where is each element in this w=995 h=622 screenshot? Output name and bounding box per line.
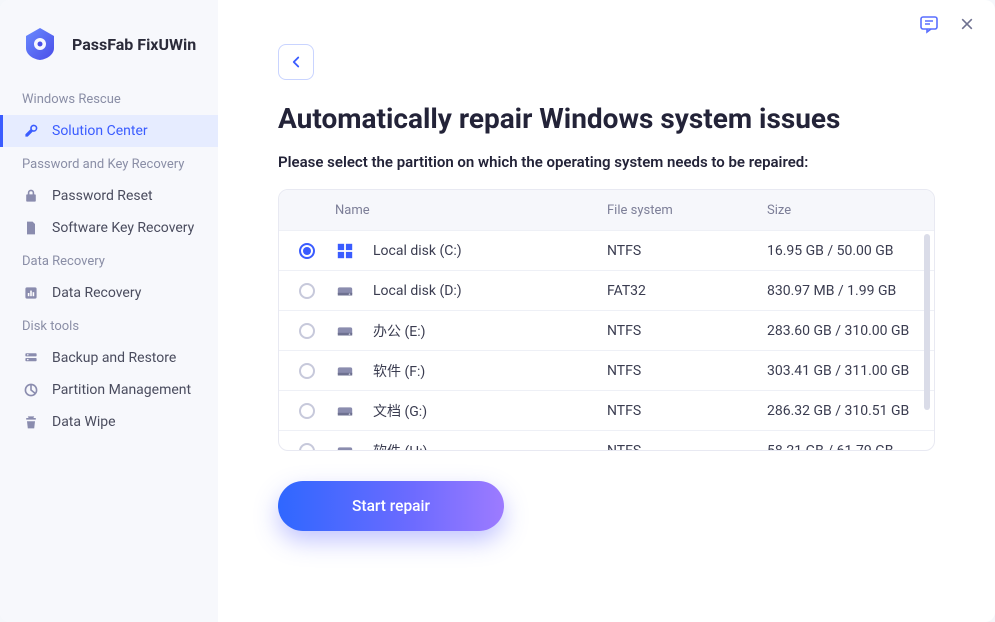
nav-section-title: Data Recovery: [0, 244, 218, 277]
sidebar-item-label: Password Reset: [52, 188, 153, 204]
lock-icon: [22, 187, 40, 205]
partition-filesystem: NTFS: [607, 323, 767, 339]
chart-icon: [22, 284, 40, 302]
sidebar-item-label: Backup and Restore: [52, 350, 176, 366]
sidebar-item-data-recovery[interactable]: Data Recovery: [0, 277, 218, 309]
partition-radio[interactable]: [299, 323, 315, 339]
partition-name: 办公 (E:): [373, 321, 426, 341]
hdd-icon: [335, 361, 355, 381]
table-body: Local disk (C:)NTFS16.95 GB / 50.00 GBLo…: [279, 230, 934, 451]
start-repair-button[interactable]: Start repair: [278, 481, 504, 531]
table-row[interactable]: Local disk (C:) NTFS16.95 GB / 50.00 GB: [279, 230, 934, 270]
windows-tiles-icon: [335, 241, 355, 261]
start-repair-label: Start repair: [352, 497, 430, 515]
partition-name: 软件 (F:): [373, 361, 425, 381]
close-icon[interactable]: [957, 14, 977, 34]
nav-section-title: Disk tools: [0, 309, 218, 342]
wrench-icon: [22, 122, 40, 140]
brand-name: PassFab FixUWin: [72, 35, 196, 54]
sidebar: PassFab FixUWin Windows Rescue Solution C…: [0, 0, 218, 622]
partition-size: 16.95 GB / 50.00 GB: [767, 243, 922, 259]
nav-section-title: Password and Key Recovery: [0, 147, 218, 180]
partition-size: 830.97 MB / 1.99 GB: [767, 283, 922, 299]
wipe-icon: [22, 413, 40, 431]
backup-icon: [22, 349, 40, 367]
nav-section-title: Windows Rescue: [0, 82, 218, 115]
sidebar-item-label: Partition Management: [52, 382, 191, 398]
partition-table: Name File system Size Local disk (C:) NTF…: [278, 189, 935, 451]
partition-size: 286.32 GB / 310.51 GB: [767, 403, 922, 419]
back-button[interactable]: [278, 44, 314, 80]
table-row[interactable]: 文档 (G:) NTFS286.32 GB / 310.51 GB: [279, 390, 934, 430]
col-header-name: Name: [335, 203, 607, 218]
table-header-row: Name File system Size: [279, 190, 934, 230]
sidebar-item-software-key-recovery[interactable]: Software Key Recovery: [0, 212, 218, 244]
partition-icon: [22, 381, 40, 399]
partition-name: 文档 (G:): [373, 401, 427, 421]
col-header-fs: File system: [607, 203, 767, 218]
table-row[interactable]: 软件 (F:) NTFS303.41 GB / 311.00 GB: [279, 350, 934, 390]
partition-name: 软件 (H:): [373, 441, 428, 452]
chevron-left-icon: [287, 53, 305, 71]
partition-size: 303.41 GB / 311.00 GB: [767, 363, 922, 379]
main-panel: Automatically repair Windows system issu…: [218, 0, 995, 622]
app-window: PassFab FixUWin Windows Rescue Solution C…: [0, 0, 995, 622]
hdd-icon: [335, 321, 355, 341]
partition-radio[interactable]: [299, 363, 315, 379]
partition-size: 283.60 GB / 310.00 GB: [767, 323, 922, 339]
titlebar-controls: [919, 14, 977, 34]
sidebar-item-password-reset[interactable]: Password Reset: [0, 180, 218, 212]
partition-name: Local disk (C:): [373, 243, 462, 259]
table-row[interactable]: 办公 (E:) NTFS283.60 GB / 310.00 GB: [279, 310, 934, 350]
brand-logo-icon: [22, 26, 58, 62]
table-row[interactable]: Local disk (D:) FAT32830.97 MB / 1.99 GB: [279, 270, 934, 310]
partition-filesystem: NTFS: [607, 403, 767, 419]
partition-filesystem: FAT32: [607, 283, 767, 299]
partition-radio[interactable]: [299, 403, 315, 419]
brand: PassFab FixUWin: [0, 26, 218, 82]
scrollbar[interactable]: [924, 234, 930, 446]
col-header-size: Size: [767, 203, 922, 218]
sidebar-item-backup-and-restore[interactable]: Backup and Restore: [0, 342, 218, 374]
sidebar-item-label: Data Wipe: [52, 414, 116, 430]
scrollbar-thumb[interactable]: [924, 234, 930, 410]
partition-filesystem: NTFS: [607, 443, 767, 452]
partition-radio[interactable]: [299, 283, 315, 299]
hdd-icon: [335, 281, 355, 301]
partition-radio[interactable]: [299, 443, 315, 452]
sidebar-item-solution-center[interactable]: Solution Center: [0, 115, 218, 147]
page-subtitle: Please select the partition on which the…: [278, 153, 935, 171]
partition-name: Local disk (D:): [373, 283, 462, 299]
sidebar-item-partition-management[interactable]: Partition Management: [0, 374, 218, 406]
key-doc-icon: [22, 219, 40, 237]
sidebar-item-label: Solution Center: [52, 123, 148, 139]
sidebar-item-label: Data Recovery: [52, 285, 141, 301]
table-row[interactable]: 软件 (H:) NTFS58.21 GB / 61.79 GB: [279, 430, 934, 451]
feedback-icon[interactable]: [919, 14, 939, 34]
sidebar-item-label: Software Key Recovery: [52, 220, 194, 236]
hdd-icon: [335, 401, 355, 421]
partition-filesystem: NTFS: [607, 363, 767, 379]
hdd-icon: [335, 441, 355, 452]
partition-radio[interactable]: [299, 243, 315, 259]
nav: Windows Rescue Solution Center Password an…: [0, 82, 218, 438]
partition-filesystem: NTFS: [607, 243, 767, 259]
sidebar-item-data-wipe[interactable]: Data Wipe: [0, 406, 218, 438]
partition-size: 58.21 GB / 61.79 GB: [767, 443, 922, 452]
page-title: Automatically repair Windows system issu…: [278, 102, 935, 135]
